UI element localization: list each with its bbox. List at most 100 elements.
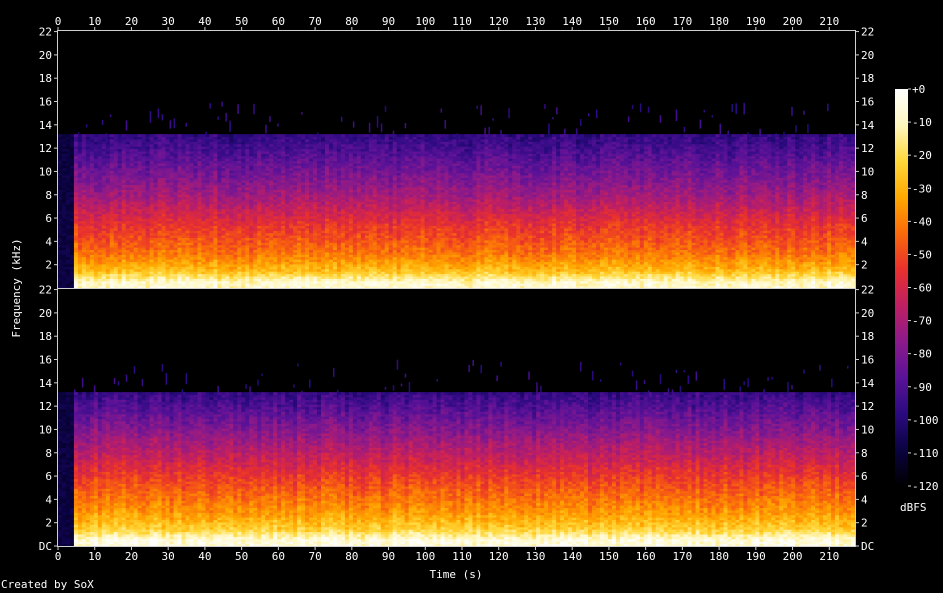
spectrogram-cell bbox=[161, 134, 167, 138]
spectrogram-cell bbox=[145, 134, 151, 138]
spectrogram-cell bbox=[121, 134, 127, 138]
spectrogram-speck bbox=[301, 112, 303, 115]
spectrogram-cell bbox=[352, 134, 358, 138]
spectrogram-cell bbox=[157, 134, 163, 138]
spectrogram-cell bbox=[229, 134, 234, 138]
spectrogram-speck bbox=[149, 111, 152, 123]
spectrogram-cell bbox=[233, 134, 238, 138]
spectrogram-speck bbox=[169, 120, 172, 129]
spectrogram-cell bbox=[97, 134, 103, 138]
spectrogram-cell bbox=[340, 134, 346, 138]
spectrogram-speck bbox=[217, 116, 219, 120]
spectrogram-cell bbox=[305, 134, 310, 138]
spectrogram-cell bbox=[201, 134, 206, 138]
spectrogram-speck bbox=[221, 101, 223, 107]
spectrogram-cell bbox=[324, 134, 330, 138]
spectrogram-speck bbox=[317, 132, 319, 144]
spectrogram-cell bbox=[289, 134, 294, 138]
spectrogram-cell bbox=[61, 134, 67, 138]
spectrogram-cell bbox=[281, 134, 286, 138]
spectrogram-cell bbox=[336, 134, 342, 138]
spectrogram-cell bbox=[73, 134, 79, 138]
spectrogram-cell bbox=[257, 134, 262, 138]
spectrogram-speck bbox=[229, 120, 231, 132]
spectrogram-cell bbox=[321, 134, 326, 138]
spectrogram-cell bbox=[153, 134, 159, 138]
spectrogram-cell bbox=[245, 134, 250, 138]
spectrogram-cell bbox=[293, 134, 298, 138]
spectrogram-cell bbox=[269, 134, 274, 138]
spectrogram-cell bbox=[253, 134, 258, 138]
spectrogram-cell bbox=[117, 134, 123, 138]
spectrogram-cell bbox=[125, 134, 131, 138]
spectrogram-speck bbox=[253, 103, 255, 115]
spectrogram-cell bbox=[181, 134, 187, 138]
spectrogram-cell bbox=[265, 134, 270, 138]
spectrogram-cell bbox=[221, 134, 226, 138]
spectrogram-cell bbox=[209, 134, 214, 138]
spectrogram-cell bbox=[193, 134, 198, 138]
spectrogram-speck bbox=[209, 103, 211, 109]
spectrogram-cell bbox=[129, 134, 135, 138]
spectrogram-cell bbox=[81, 134, 87, 138]
spectrogram-speck bbox=[161, 114, 164, 121]
spectrogram-speck bbox=[85, 124, 88, 128]
spectrogram-speck bbox=[173, 118, 176, 129]
spectrogram-speck bbox=[101, 119, 104, 126]
spectrogram-cell bbox=[297, 134, 302, 138]
spectrogram-speck bbox=[277, 123, 279, 127]
spectrogram-cell bbox=[348, 134, 354, 138]
spectrogram-cell bbox=[169, 134, 175, 138]
spectrogram-cell bbox=[109, 134, 115, 138]
spectrogram-cell bbox=[137, 134, 143, 138]
spectrogram-cell bbox=[249, 134, 254, 138]
spectrogram-cell bbox=[69, 134, 75, 138]
spectrogram-speck bbox=[269, 116, 271, 122]
spectrogram-cell bbox=[93, 134, 99, 138]
spectrogram-cell bbox=[149, 134, 155, 138]
spectrogram-cell bbox=[65, 134, 71, 138]
spectrogram-cell bbox=[213, 134, 218, 138]
spectrogram-cell bbox=[277, 134, 282, 138]
spectrogram-chart: 0010102020303040405050606070708080909010… bbox=[10, 15, 939, 581]
spectrogram-cell bbox=[360, 134, 366, 138]
spectrogram-cell bbox=[58, 134, 63, 138]
spectrogram-cell bbox=[165, 134, 171, 138]
spectrogram-cell bbox=[89, 134, 95, 138]
spectrogram-cell bbox=[141, 134, 147, 138]
spectrogram-cell bbox=[356, 134, 362, 138]
spectrogram-cell bbox=[332, 134, 338, 138]
spectrogram-speck bbox=[225, 112, 227, 122]
spectrogram-cell bbox=[225, 134, 230, 138]
spectrogram-cell bbox=[101, 134, 107, 138]
spectrogram-cell bbox=[185, 134, 191, 138]
spectrogram-speck bbox=[205, 131, 207, 138]
spectrogram-speck bbox=[237, 104, 239, 114]
spectrogram-cell bbox=[313, 134, 318, 138]
spectrogram-cell bbox=[177, 134, 183, 138]
spectrogram-speck bbox=[77, 132, 80, 135]
spectrogram-cell bbox=[344, 134, 350, 138]
spectrogram-speck bbox=[352, 121, 355, 128]
spectrogram-speck bbox=[185, 122, 188, 127]
spectrogram-cell bbox=[133, 134, 139, 138]
spectrogram-cell bbox=[301, 134, 306, 138]
spectrogram-speck bbox=[109, 114, 112, 117]
spectrogram-cell bbox=[237, 134, 242, 138]
spectrogram-cell bbox=[241, 134, 246, 138]
spectrogram-speck bbox=[340, 116, 343, 122]
spectrogram-cell bbox=[197, 134, 202, 138]
spectrogram-cell bbox=[285, 134, 290, 138]
spectrogram-cell bbox=[85, 134, 91, 138]
spectrogram-speck bbox=[157, 108, 160, 119]
spectrogram-cell bbox=[189, 134, 194, 138]
spectrogram-cell bbox=[217, 134, 222, 138]
spectrogram-speck bbox=[265, 124, 267, 134]
spectrogram-cell bbox=[173, 134, 179, 138]
spectrogram-cell bbox=[273, 134, 278, 138]
spectrogram-speck bbox=[125, 120, 128, 131]
spectrogram-cell bbox=[261, 134, 266, 138]
spectrogram-speck bbox=[105, 133, 108, 144]
spectrogram-cell bbox=[309, 134, 314, 138]
spectrogram-cell bbox=[113, 134, 119, 138]
